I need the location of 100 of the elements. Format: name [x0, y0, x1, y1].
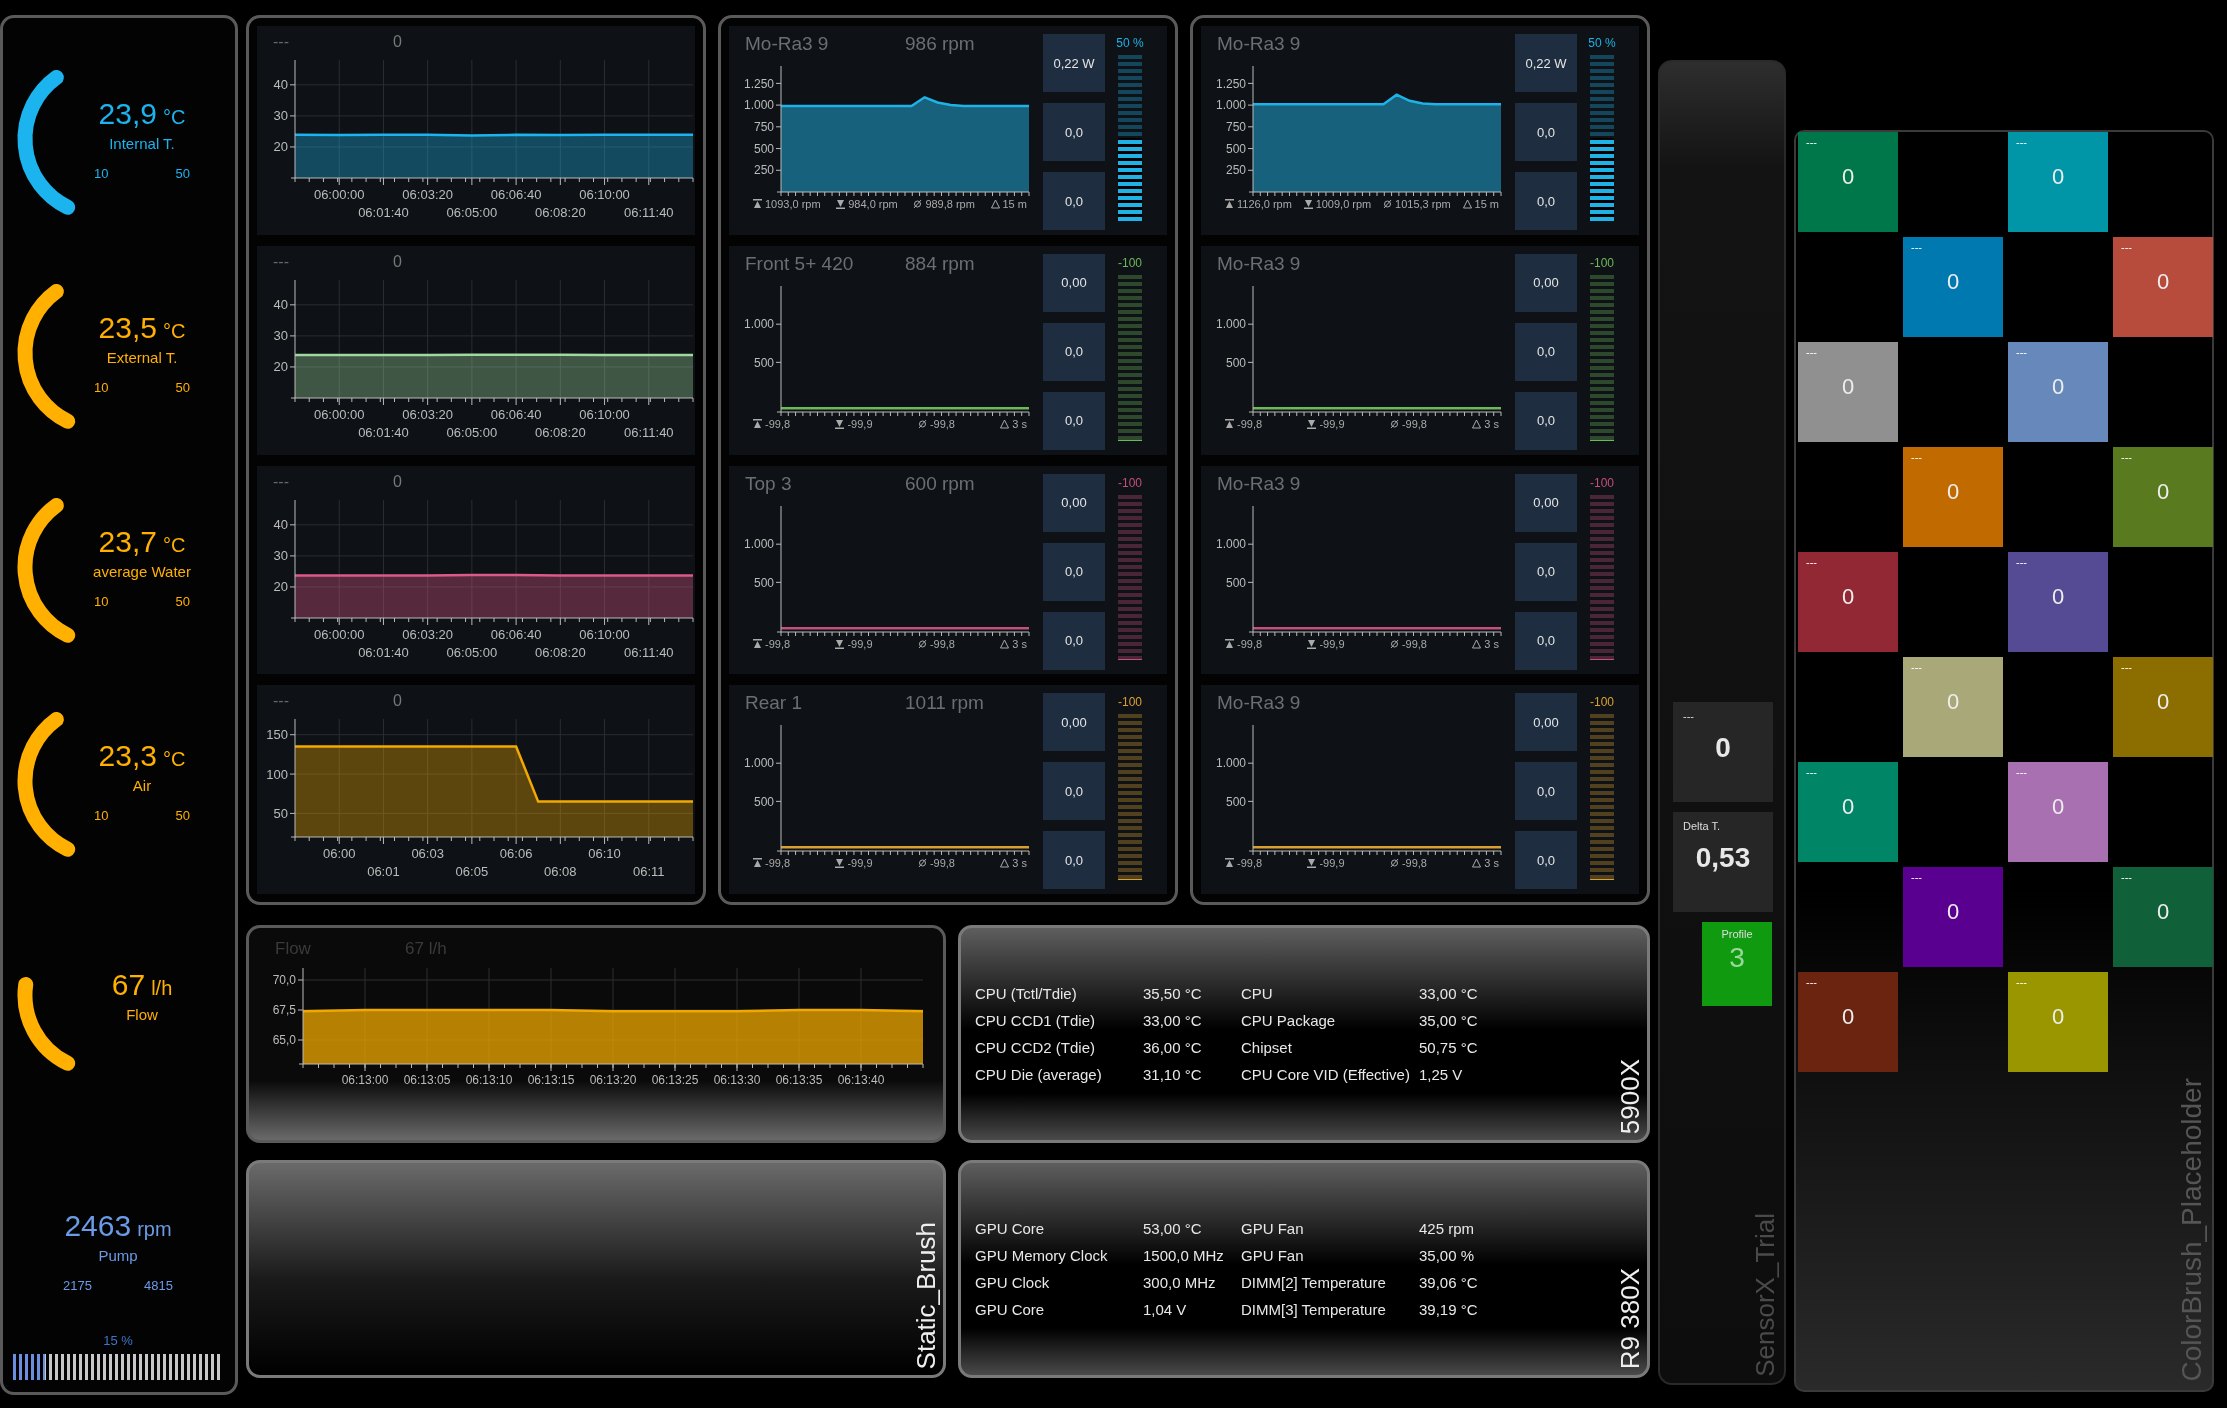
tick-label: 1.000 — [1215, 536, 1246, 551]
readout: 0,22 W — [1043, 34, 1105, 92]
fan-name: Mo-Ra3 9 — [1217, 692, 1302, 715]
tile-value: 0 — [2156, 689, 2170, 715]
tile-value: 0 — [2051, 1004, 2065, 1030]
panel-title: Static_Brush — [913, 1221, 939, 1369]
sensor-value: 33,00 °C — [1143, 1012, 1203, 1029]
tick-label: 06:13:25 — [651, 1073, 699, 1087]
fan-speed: 600 rpm — [905, 472, 975, 495]
sensor-value: 31,10 °C — [1143, 1066, 1203, 1083]
tile-value: 0 — [2051, 794, 2065, 820]
tile-value: 0 — [2156, 479, 2170, 505]
stat-value: -99,8 — [1237, 637, 1263, 650]
min-icon — [835, 858, 845, 869]
chart-label: --- — [272, 472, 290, 491]
readout: 0,22 W — [1515, 34, 1577, 92]
percent-label: -100 — [1118, 695, 1142, 710]
tick-label: 06:10:00 — [579, 626, 630, 642]
tile-label: Profile — [1721, 928, 1753, 940]
tick-label: 06:08:20 — [535, 424, 586, 440]
delta-icon — [1000, 418, 1010, 429]
gauge-label: External T. — [106, 349, 178, 366]
tick-label: 500 — [1225, 575, 1246, 590]
sensor-value: 36,00 °C — [1143, 1039, 1203, 1056]
sensor-value: 1,25 V — [1419, 1066, 1464, 1083]
percent-label: 50 % — [1588, 36, 1616, 50]
average-icon — [917, 418, 927, 429]
sensor-value: 39,19 °C — [1419, 1301, 1479, 1318]
gauge-min: 10 — [94, 380, 109, 395]
readout: 0,0 — [1043, 762, 1105, 821]
sensor-value: 35,00 % — [1419, 1247, 1476, 1264]
sensor-name: GPU Fan — [1241, 1247, 1305, 1264]
tick-label: 06:01:40 — [358, 424, 409, 440]
tile-label: --- — [2016, 136, 2028, 148]
tick-label: 06:11:40 — [623, 205, 674, 220]
tick-label: 20 — [273, 579, 288, 594]
stat-value: 1126,0 rpm — [1237, 198, 1292, 210]
min-icon — [835, 418, 845, 429]
stat-value: -99,8 — [1237, 857, 1263, 870]
tile-value: 0 — [1841, 164, 1855, 190]
tile-value: 0 — [1715, 732, 1731, 764]
fan-speed: 986 rpm — [905, 33, 975, 55]
stat-value: -99,8 — [929, 857, 955, 870]
tile-label: Delta T. — [1683, 820, 1722, 832]
readout: 0,0 — [1515, 831, 1577, 890]
tick-label: 06:10:00 — [579, 406, 630, 422]
average-icon — [917, 638, 927, 649]
tick-label: 06:05:00 — [446, 205, 498, 220]
delta-icon — [1000, 858, 1010, 869]
fan-name: Rear 1 — [745, 692, 804, 715]
stat-value: -99,8 — [1237, 417, 1263, 430]
readout: 0,0 — [1043, 172, 1105, 230]
max-icon — [753, 638, 762, 649]
tick-label: 06:13:35 — [775, 1073, 823, 1087]
tile-label: --- — [1911, 451, 1923, 463]
tick-label: 06:03:20 — [402, 187, 453, 202]
gauge-max: 50 — [175, 166, 190, 181]
gauge-unit: l/h — [151, 976, 173, 1000]
tick-label: 1.000 — [743, 98, 774, 113]
stat-value: -99,8 — [1401, 857, 1427, 870]
tick-label: 06:06 — [499, 846, 533, 862]
fan-name: Mo-Ra3 9 — [1217, 252, 1302, 275]
sensor-name: CPU Core VID (Effective) — [1241, 1066, 1411, 1083]
gauge-value: 23,5 — [98, 311, 157, 345]
tick-label: 500 — [753, 575, 774, 590]
stat-value: -99,9 — [1319, 637, 1345, 650]
min-icon — [836, 199, 846, 209]
gauge-max: 50 — [175, 380, 190, 395]
tile-value: 0 — [2051, 374, 2065, 400]
stat-value: 15 m — [1002, 198, 1027, 210]
tile-label: --- — [1806, 766, 1818, 778]
stat-value: 1009,0 rpm — [1315, 198, 1372, 210]
gauge-unit: °C — [162, 320, 186, 343]
tick-label: 67,5 — [272, 1003, 296, 1018]
tick-label: 06:08 — [544, 864, 577, 880]
fan-speed: 1011 rpm — [905, 692, 984, 715]
readout: 0,0 — [1043, 391, 1105, 450]
gauge-max: 50 — [175, 808, 190, 823]
stat-value: -99,9 — [847, 417, 873, 430]
stat-value: -99,8 — [765, 417, 791, 430]
average-icon — [1389, 638, 1399, 649]
tile-value: 0 — [2156, 269, 2170, 295]
tick-label: 1.250 — [743, 76, 774, 91]
fan-name: Top 3 — [745, 472, 793, 495]
readout: 0,0 — [1515, 172, 1577, 230]
sensor-name: GPU Core — [975, 1301, 1046, 1318]
stat-value: 3 s — [1484, 417, 1499, 430]
max-icon — [1225, 638, 1234, 649]
percent-label: -100 — [1590, 695, 1614, 710]
tick-label: 40 — [273, 297, 288, 313]
chart-value: 0 — [393, 252, 402, 271]
max-icon — [1225, 418, 1234, 429]
tile-label: --- — [1911, 241, 1923, 253]
sensor-value: 35,50 °C — [1143, 985, 1203, 1002]
tile-value: 0 — [2051, 584, 2065, 610]
stat-value: -99,8 — [765, 857, 791, 870]
sensor-name: Chipset — [1241, 1039, 1293, 1056]
gauge-unit: °C — [162, 748, 186, 771]
gauge-label: Air — [132, 777, 152, 794]
tick-label: 06:13:20 — [589, 1073, 637, 1087]
